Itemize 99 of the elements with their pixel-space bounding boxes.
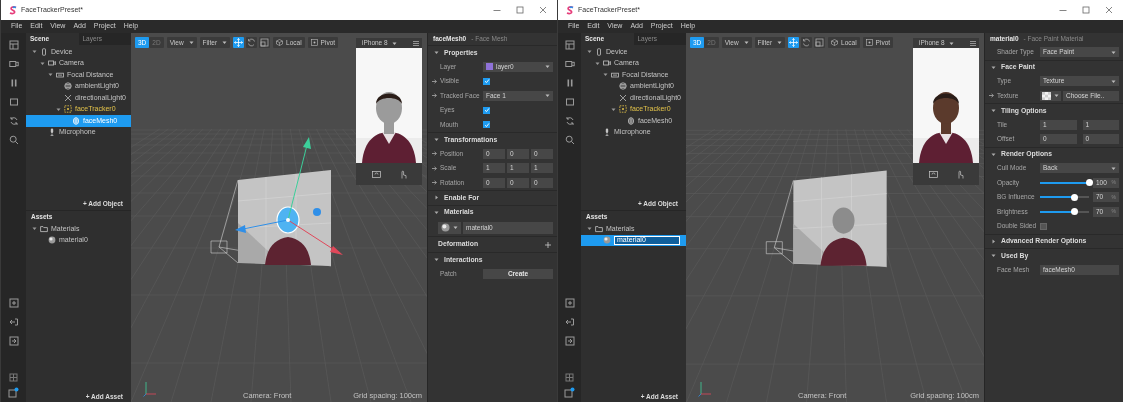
- frame-icon: [611, 70, 619, 79]
- app-logo-icon: [566, 5, 574, 15]
- checkbox[interactable]: [1040, 222, 1047, 230]
- folder-icon: [595, 224, 603, 233]
- camera-icon: [48, 59, 56, 68]
- move-tool[interactable]: [233, 37, 245, 48]
- light-icon: [619, 93, 627, 102]
- refresh-icon[interactable]: [8, 115, 19, 126]
- maximize-icon[interactable]: [516, 6, 524, 14]
- frame-icon: [56, 70, 64, 79]
- scale-tool[interactable]: [259, 37, 271, 48]
- camera-icon[interactable]: [8, 58, 19, 69]
- camera-icon[interactable]: [564, 58, 575, 69]
- caret-icon: [948, 40, 954, 46]
- scale-tool[interactable]: [814, 37, 826, 48]
- microphone-icon: [48, 128, 56, 137]
- caret-icon: [1111, 165, 1116, 171]
- rotate-icon: [802, 38, 812, 47]
- square-icon[interactable]: [8, 96, 19, 107]
- layout-icon[interactable]: [564, 39, 575, 50]
- menu-icon[interactable]: [413, 40, 419, 46]
- move-icon: [234, 38, 244, 47]
- face-mesh-icon: [72, 116, 80, 125]
- scale-icon: [815, 38, 825, 47]
- exit-icon[interactable]: [564, 316, 575, 327]
- caret-icon: [1054, 93, 1059, 99]
- tracker-icon: [64, 105, 72, 114]
- move-icon: [789, 38, 799, 47]
- slider-track[interactable]: [1040, 210, 1089, 213]
- square-icon[interactable]: [564, 96, 575, 107]
- material-picker[interactable]: [438, 221, 461, 234]
- refresh-icon[interactable]: [564, 115, 575, 126]
- slider-track[interactable]: [1040, 196, 1089, 199]
- scale-icon: [260, 38, 270, 47]
- search-icon[interactable]: [564, 134, 575, 145]
- search-icon[interactable]: [8, 134, 19, 145]
- sphere-icon: [603, 236, 611, 245]
- caret-icon: [743, 40, 749, 45]
- close-icon[interactable]: [1105, 6, 1113, 14]
- import-icon[interactable]: [564, 335, 575, 346]
- app-logo-icon: [9, 5, 17, 15]
- check-icon: [483, 78, 490, 85]
- checkbox[interactable]: [483, 121, 490, 129]
- menu-icon[interactable]: [970, 40, 976, 46]
- caret-icon: [453, 225, 458, 230]
- sphere-icon: [441, 223, 450, 232]
- caret-icon: [545, 64, 550, 70]
- caret-icon: [391, 40, 397, 46]
- slider-thumb[interactable]: [1070, 193, 1078, 201]
- close-icon[interactable]: [539, 6, 547, 14]
- axis-icon: [143, 381, 157, 397]
- cube-icon: [276, 39, 284, 46]
- rotate-tool[interactable]: [246, 37, 258, 48]
- transform-gizmo-drawing[interactable]: [235, 137, 343, 255]
- caret-icon: [188, 40, 194, 45]
- notification-icon[interactable]: [564, 386, 575, 398]
- texture-picker[interactable]: [1040, 90, 1061, 101]
- touch-icon[interactable]: [398, 169, 407, 179]
- slider-thumb[interactable]: [1070, 208, 1078, 216]
- light-icon: [64, 93, 72, 102]
- add-box-icon[interactable]: [8, 297, 19, 308]
- caret-icon: [777, 40, 783, 45]
- sphere-icon: [48, 236, 56, 245]
- grid-icon: [9, 372, 18, 382]
- maximize-icon[interactable]: [1082, 6, 1090, 14]
- plus-icon[interactable]: [545, 241, 551, 248]
- pivot-icon: [310, 39, 318, 46]
- notification-icon[interactable]: [8, 386, 19, 398]
- caret-icon: [1111, 49, 1116, 55]
- microphone-icon: [603, 128, 611, 137]
- import-icon[interactable]: [8, 335, 19, 346]
- camera-icon: [603, 59, 611, 68]
- axis-icon: [698, 381, 712, 397]
- caret-icon: [1111, 78, 1116, 84]
- layout-icon[interactable]: [8, 39, 19, 50]
- face-mesh-icon: [627, 116, 635, 125]
- exit-icon[interactable]: [8, 316, 19, 327]
- checker-swatch-icon: [1042, 91, 1051, 100]
- globe-icon: [64, 82, 72, 91]
- add-box-icon[interactable]: [564, 297, 575, 308]
- rotate-tool[interactable]: [801, 37, 813, 48]
- checkbox[interactable]: [483, 77, 490, 85]
- caret-icon: [222, 40, 228, 45]
- phone-icon: [40, 47, 48, 56]
- touch-icon[interactable]: [955, 169, 964, 179]
- slider-thumb[interactable]: [1085, 179, 1093, 187]
- folder-icon: [40, 224, 48, 233]
- pivot-icon: [865, 39, 873, 46]
- phone-icon: [595, 47, 603, 56]
- checkbox[interactable]: [483, 106, 490, 114]
- caret-icon: [545, 93, 550, 99]
- switch-camera-icon[interactable]: [928, 170, 938, 178]
- move-tool[interactable]: [788, 37, 800, 48]
- tracker-icon: [619, 105, 627, 114]
- cube-icon: [831, 39, 839, 46]
- switch-camera-icon[interactable]: [371, 170, 381, 178]
- grid-icon: [565, 372, 574, 382]
- rotate-icon: [247, 38, 257, 47]
- globe-icon: [619, 82, 627, 91]
